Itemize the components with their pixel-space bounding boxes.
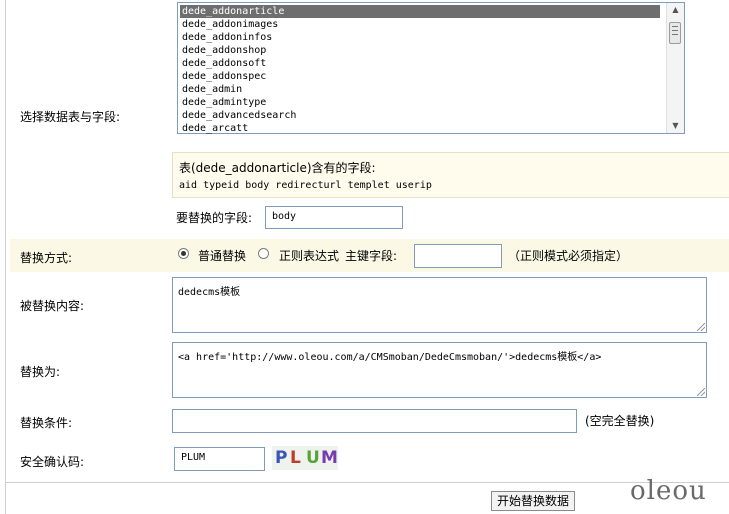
table-option[interactable]: dede_addonspec [180,70,660,83]
normal-replace-radio[interactable] [178,248,189,259]
regex-replace-radio[interactable] [258,248,269,259]
scroll-up-arrow-icon[interactable]: ▲ [667,3,684,17]
table-list[interactable]: dede_addonarticle dede_addonimages dede_ad… [178,3,684,135]
table-listbox[interactable]: dede_addonarticle dede_addonimages dede_ad… [177,2,685,134]
field-info-title: 表(dede_addonarticle)含有的字段: [179,161,376,175]
condition-input[interactable] [172,409,577,433]
replace-field-input[interactable]: body [265,206,403,229]
table-option[interactable]: dede_admintype [180,96,660,109]
captcha-letter: L [290,448,301,468]
resize-grip-icon[interactable] [697,388,705,396]
captcha-letter: P [275,448,288,468]
captcha-label: 安全确认码: [20,455,85,469]
listbox-scrollbar[interactable]: ▲ ▼ [666,3,684,133]
field-info-box: 表(dede_addonarticle)含有的字段: aid typeid bo… [172,152,729,198]
captcha-letter: M [321,448,338,468]
regex-replace-label: 正则表达式 [279,249,340,263]
field-info-fields: aid typeid body redirecturl templet user… [179,180,432,191]
start-replace-button[interactable]: 开始替换数据 [491,491,575,511]
table-option[interactable]: dede_addonimages [180,18,660,31]
replace-with-textarea[interactable]: <a href='http://www.oleou.com/a/CMSmoban… [172,342,707,398]
normal-replace-label: 普通替换 [198,249,247,263]
replace-with-label: 替换为: [20,365,61,379]
watermark-logo: oleou [630,476,707,506]
captcha-letter: U [306,448,320,468]
table-option[interactable]: dede_admin [180,83,660,96]
replace-content-textarea[interactable]: dedecms模板 [172,277,707,333]
replace-content-label: 被替换内容: [20,299,85,313]
replace-content-text: dedecms模板 [178,287,241,298]
table-option[interactable]: dede_addonshop [180,44,660,57]
left-border-line [5,0,6,514]
primary-key-label: 主键字段: [345,249,398,263]
table-option[interactable]: dede_addoninfos [180,31,660,44]
condition-note: (空完全替换) [585,414,655,428]
scroll-thumb[interactable] [669,22,681,44]
table-select-label: 选择数据表与字段: [20,110,121,124]
condition-label: 替换条件: [20,416,73,430]
primary-key-input[interactable] [414,244,502,268]
table-option[interactable]: dede_arcatt [180,122,660,135]
captcha-image[interactable]: P L U M [272,446,338,470]
method-label: 替换方式: [20,251,73,265]
table-option[interactable]: dede_addonsoft [180,57,660,70]
captcha-input[interactable]: PLUM [174,447,265,471]
regex-note: （正则模式必须指定） [508,249,629,263]
replace-field-label: 要替换的字段: [176,211,253,225]
footer-divider [5,482,729,483]
table-option[interactable]: dede_advancedsearch [180,109,660,122]
scroll-down-arrow-icon[interactable]: ▼ [667,119,684,133]
replace-with-text: <a href='http://www.oleou.com/a/CMSmoban… [178,352,602,363]
table-option[interactable]: dede_addonarticle [180,5,660,18]
resize-grip-icon[interactable] [697,323,705,331]
